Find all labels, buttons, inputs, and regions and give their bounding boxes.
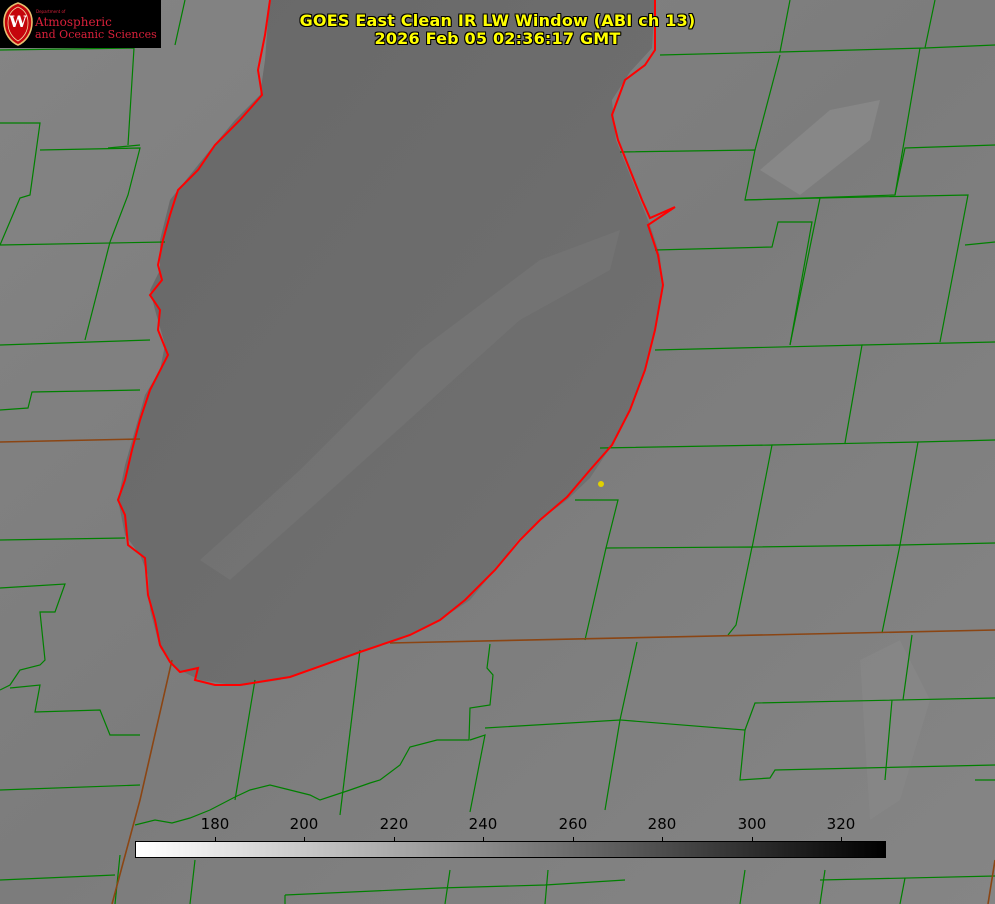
- colorbar-gradient: [135, 841, 886, 858]
- location-marker: [598, 481, 604, 487]
- colorbar-tick-label: 220: [379, 815, 409, 833]
- satellite-viewer: W Department of Atmospheric and Oceanic …: [0, 0, 995, 904]
- colorbar-tick-label: 280: [647, 815, 677, 833]
- satellite-map: [0, 0, 995, 904]
- timestamp: 2026 Feb 05 02:36:17 GMT: [374, 29, 621, 48]
- colorbar-tick-label: 300: [737, 815, 767, 833]
- colorbar-tick-label: 200: [289, 815, 319, 833]
- colorbar-tick-label: 320: [826, 815, 856, 833]
- colorbar-tick-label: 180: [200, 815, 230, 833]
- product-title: GOES East Clean IR LW Window (ABI ch 13): [299, 11, 696, 30]
- colorbar-tick-label: 240: [468, 815, 498, 833]
- colorbar-tick-label: 260: [558, 815, 588, 833]
